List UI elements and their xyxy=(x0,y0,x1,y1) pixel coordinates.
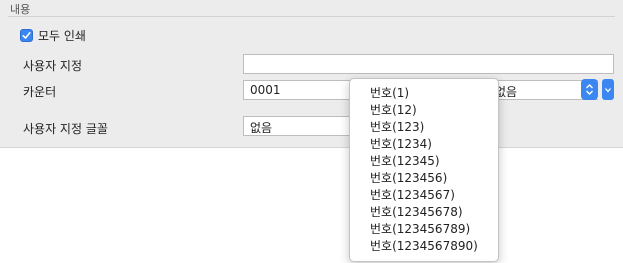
dropdown-item[interactable]: 번호(12345678) xyxy=(350,204,498,221)
counter-format-dropdown: 번호(1) 번호(12) 번호(123) 번호(1234) 번호(12345) … xyxy=(349,78,499,262)
counter-label: 카운터 xyxy=(23,85,57,99)
dropdown-item[interactable]: 번호(123) xyxy=(350,119,498,136)
dropdown-item[interactable]: 번호(1234567890) xyxy=(350,238,498,255)
select-updown-icon[interactable] xyxy=(581,79,598,100)
checkmark-icon[interactable] xyxy=(20,29,33,42)
dropdown-item[interactable]: 번호(1234) xyxy=(350,136,498,153)
content-panel: 내용 모두 인쇄 사용자 지정 카운터 0001 없음 사용자 지정 글꼴 없음 xyxy=(0,0,623,148)
section-divider xyxy=(8,16,615,17)
custom-font-select[interactable]: 없음 xyxy=(243,116,351,136)
counter-input[interactable]: 0001 xyxy=(243,80,351,100)
dropdown-item[interactable]: 번호(123456) xyxy=(350,170,498,187)
dropdown-item[interactable]: 번호(1234567) xyxy=(350,187,498,204)
dropdown-item[interactable]: 번호(12345) xyxy=(350,153,498,170)
print-all-label: 모두 인쇄 xyxy=(38,29,86,43)
section-title: 내용 xyxy=(10,3,31,16)
custom-label: 사용자 지정 xyxy=(23,59,83,73)
dropdown-item[interactable]: 번호(12) xyxy=(350,102,498,119)
custom-font-label: 사용자 지정 글꼴 xyxy=(23,122,108,136)
dropdown-item[interactable]: 번호(1) xyxy=(350,85,498,102)
dropdown-item[interactable]: 번호(123456789) xyxy=(350,221,498,238)
print-all-checkbox-row[interactable]: 모두 인쇄 xyxy=(20,27,86,44)
custom-input[interactable] xyxy=(243,54,614,74)
chevron-down-icon[interactable] xyxy=(602,79,614,100)
